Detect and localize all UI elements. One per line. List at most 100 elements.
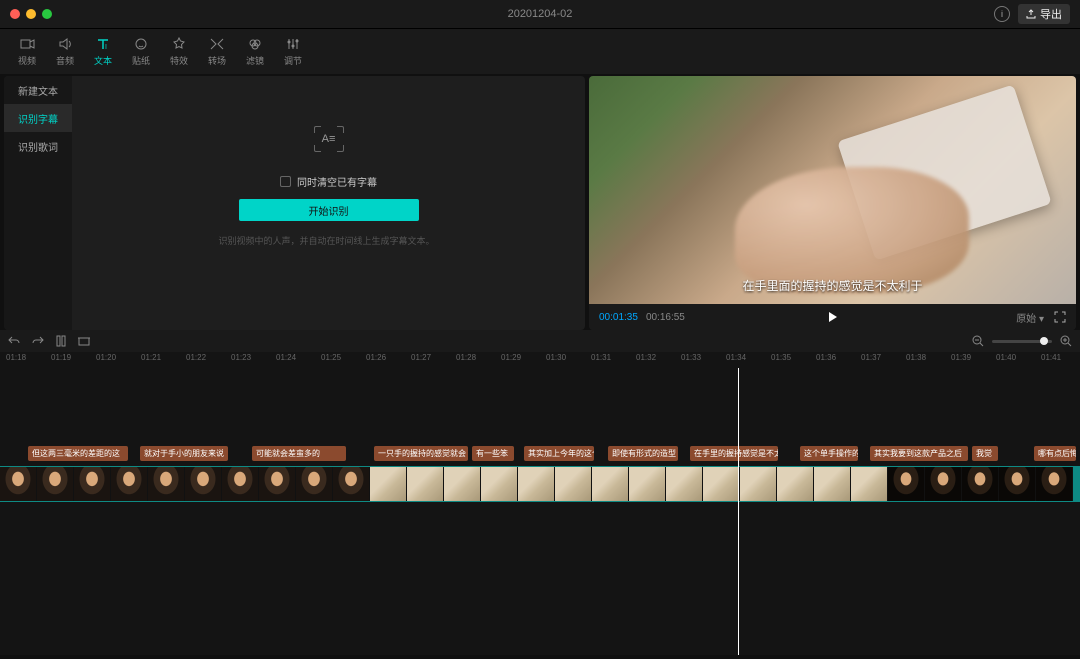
titlebar: 20201204-02 i 导出 [0,0,1080,28]
subtitle-clip[interactable]: 我觉 [972,446,998,461]
video-thumb[interactable] [703,467,740,501]
subtitle-clip[interactable]: 但这两三毫米的差距的这 [28,446,128,461]
zoom-out-button[interactable] [972,335,984,347]
tool-video[interactable]: 视频 [8,36,46,67]
video-thumb[interactable] [518,467,555,501]
timeline-ruler[interactable]: 01:1801:1901:2001:2101:2201:2301:2401:25… [0,352,1080,368]
video-thumb[interactable] [74,467,111,501]
sidetab[interactable]: 新建文本 [4,76,72,104]
video-thumb[interactable] [444,467,481,501]
media-toolbar: 视频音频I文本贴纸特效转场滤镜调节 [0,28,1080,74]
subtitle-clip[interactable]: 有一些笨 [472,446,514,461]
split-button[interactable] [56,335,66,347]
video-thumb[interactable] [629,467,666,501]
subtitle-clip[interactable]: 哪有点后悔没 [1034,446,1076,461]
video-thumb[interactable] [1036,467,1073,501]
ruler-tick: 01:31 [591,353,611,362]
video-thumb[interactable] [777,467,814,501]
subtitle-clip[interactable]: 就对于手小的朋友来说 [140,446,228,461]
video-thumb[interactable] [555,467,592,501]
video-thumb[interactable] [962,467,999,501]
undo-button[interactable] [8,336,20,346]
video-thumb[interactable] [259,467,296,501]
video-thumb[interactable] [111,467,148,501]
ruler-tick: 01:26 [366,353,386,362]
video-thumb[interactable] [592,467,629,501]
video-thumb[interactable] [148,467,185,501]
video-thumb[interactable] [481,467,518,501]
export-label: 导出 [1040,6,1062,22]
video-thumb[interactable] [222,467,259,501]
video-thumb[interactable] [999,467,1036,501]
subtitle-clip[interactable]: 一只手的握持的感觉就会 [374,446,468,461]
ruler-tick: 01:19 [51,353,71,362]
video-thumb[interactable] [925,467,962,501]
ruler-tick: 01:34 [726,353,746,362]
ruler-tick: 01:38 [906,353,926,362]
aspect-ratio[interactable]: 原始 ▾ [1016,310,1044,325]
clear-subtitles-checkbox[interactable] [280,176,291,187]
video-thumb[interactable] [370,467,407,501]
svg-text:I: I [105,44,107,51]
export-button[interactable]: 导出 [1018,4,1070,24]
subtitle-clip[interactable]: 这个单手操作的 [800,446,858,461]
tool-transition[interactable]: 转场 [198,36,236,67]
tool-fx[interactable]: 特效 [160,36,198,67]
video-thumb[interactable] [407,467,444,501]
video-thumb[interactable] [666,467,703,501]
sticker-icon [133,36,149,52]
video-thumb[interactable] [740,467,777,501]
delete-button[interactable] [78,336,90,346]
tool-audio[interactable]: 音频 [46,36,84,67]
help-icon[interactable]: i [994,6,1010,22]
preview-content-overlay [735,167,969,292]
video-thumb[interactable] [0,467,37,501]
audio-icon [57,36,73,52]
subtitle-clip[interactable]: 可能就会差蛮多的 [252,446,346,461]
play-button[interactable] [828,312,838,322]
tool-sticker[interactable]: 贴纸 [122,36,160,67]
ruler-tick: 01:41 [1041,353,1061,362]
close-dot[interactable] [10,9,20,19]
subtitle-clip[interactable]: 其实我要到这款产品之后 [870,446,968,461]
fx-icon [171,36,187,52]
video-thumb[interactable] [37,467,74,501]
sidetab[interactable]: 识别歌词 [4,132,72,160]
tool-text[interactable]: I文本 [84,36,122,67]
tool-adjust[interactable]: 调节 [274,36,312,67]
timeline-toolbar [0,330,1080,352]
ruler-tick: 01:36 [816,353,836,362]
ruler-tick: 01:32 [636,353,656,362]
video-thumb[interactable] [851,467,888,501]
playhead[interactable] [738,368,739,655]
video-thumb[interactable] [888,467,925,501]
zoom-slider[interactable] [992,340,1052,343]
subtitle-clip[interactable]: 其实加上今年的这个 [524,446,594,461]
ruler-tick: 01:20 [96,353,116,362]
zoom-in-button[interactable] [1060,335,1072,347]
clear-subtitles-label: 同时清空已有字幕 [297,174,377,189]
redo-button[interactable] [32,336,44,346]
tool-filter[interactable]: 滤镜 [236,36,274,67]
video-thumb[interactable] [296,467,333,501]
ruler-tick: 01:25 [321,353,341,362]
timeline-tracks[interactable]: 但这两三毫米的差距的这就对于手小的朋友来说 可能就会差蛮多的 一只手的握持的感觉就会… [0,368,1080,655]
minimize-dot[interactable] [26,9,36,19]
preview-panel: 在手里面的握持的感觉是不太利于 00:01:35 00:16:55 原始 ▾ [589,76,1076,330]
preview-viewport[interactable]: 在手里面的握持的感觉是不太利于 [589,76,1076,304]
filter-icon [247,36,263,52]
video-thumb[interactable] [185,467,222,501]
fullscreen-icon[interactable] [1054,311,1066,323]
window-controls [10,9,52,19]
start-recognition-button[interactable]: 开始识别 [239,199,419,221]
video-thumb[interactable] [333,467,370,501]
subtitle-clip[interactable]: 即使有形式的造型 [608,446,678,461]
sidetab[interactable]: 识别字幕 [4,104,72,132]
video-thumb[interactable] [814,467,851,501]
maximize-dot[interactable] [42,9,52,19]
asset-panel: 新建文本识别字幕识别歌词 A≡ 同时清空已有字幕 开始识别 识别视频中的人声，并… [4,76,585,330]
ruler-tick: 01:18 [6,353,26,362]
subtitle-track: 但这两三毫米的差距的这就对于手小的朋友来说 可能就会差蛮多的 一只手的握持的感觉就会… [0,446,1080,462]
current-time: 00:01:35 [599,312,638,323]
subtitle-clip[interactable]: 在手里的握持感觉是不太利于 [690,446,778,461]
